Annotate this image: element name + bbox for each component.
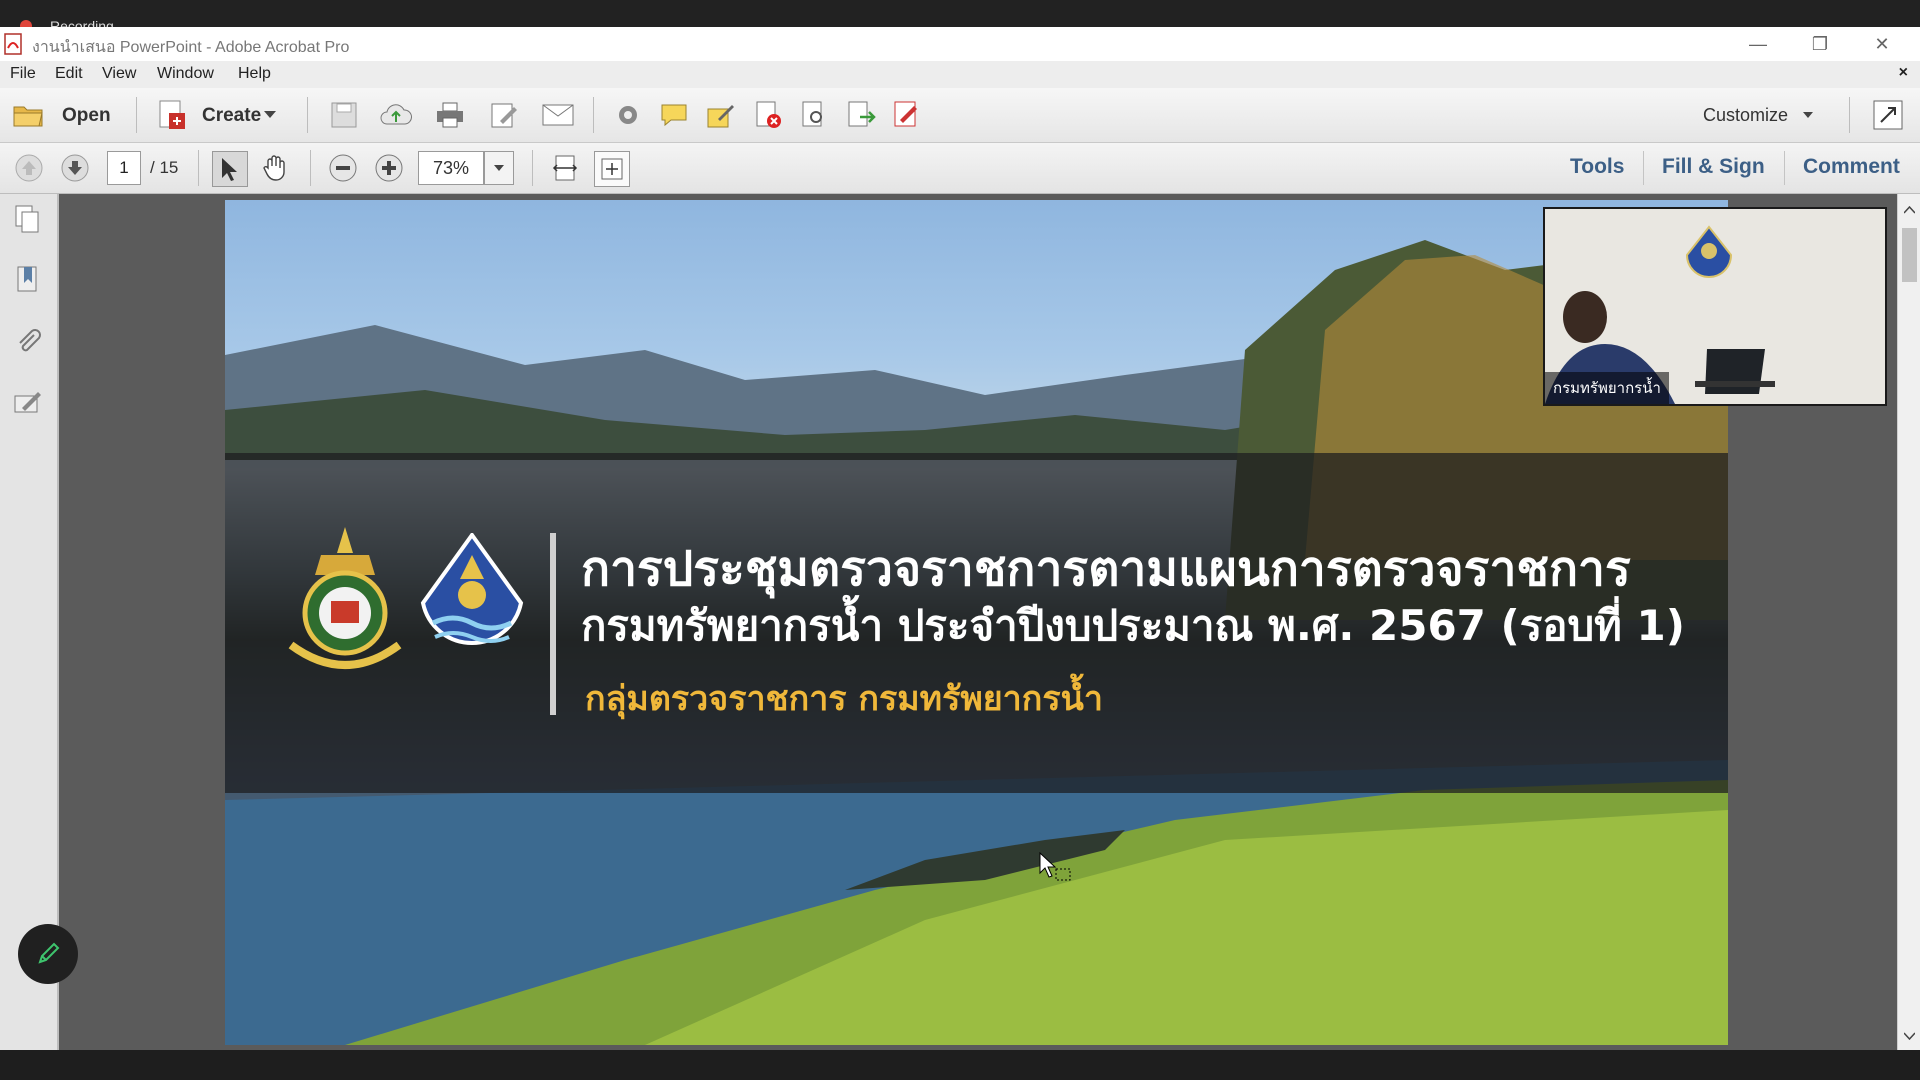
upload-cloud-icon[interactable] <box>380 99 412 131</box>
select-tool-icon[interactable] <box>212 151 248 187</box>
zoom-out-icon[interactable] <box>326 151 360 185</box>
recording-label: Recording <box>50 18 114 27</box>
restore-button[interactable]: ❐ <box>1789 27 1851 61</box>
window-title: งานนำเสนอ PowerPoint - Adobe Acrobat Pro <box>32 39 350 56</box>
save-icon[interactable] <box>328 99 360 131</box>
navigation-toolbar: 1 / 15 73% Tools Fill & Sign Comment <box>0 143 1920 194</box>
zoom-dropdown-icon[interactable] <box>484 151 514 185</box>
slide-title-line2: กรมทรัพยากรน้ำ ประจำปีงบประมาณ พ.ศ. 2567… <box>581 601 1685 650</box>
create-dropdown-icon[interactable] <box>262 99 278 131</box>
participant-name-label: กรมทรัพยากรน้ำ <box>1545 372 1669 404</box>
signatures-icon[interactable] <box>12 386 44 418</box>
bottom-bar <box>0 1050 1920 1080</box>
menu-edit[interactable]: Edit <box>55 65 83 83</box>
comment-panel-link[interactable]: Comment <box>1803 155 1900 179</box>
hand-tool-icon[interactable] <box>258 151 292 185</box>
menu-help[interactable]: Help <box>238 65 271 83</box>
pen-icon <box>38 942 60 964</box>
fit-page-icon[interactable] <box>594 151 630 187</box>
annotation-pen-button[interactable] <box>18 924 78 984</box>
customize-button[interactable]: Customize <box>1703 105 1788 126</box>
scroll-down-icon[interactable] <box>1904 1032 1915 1040</box>
slide-subtitle: กลุ่มตรวจราชการ กรมทรัพยากรน้ำ <box>585 679 1103 719</box>
recording-bar: Recording <box>0 0 1920 32</box>
create-button[interactable]: Create <box>202 105 261 127</box>
page-thumbnails-icon[interactable] <box>12 204 44 236</box>
export-page-icon[interactable] <box>845 99 877 131</box>
email-icon[interactable] <box>542 99 574 131</box>
print-icon[interactable] <box>434 99 466 131</box>
department-of-water-resources-logo <box>420 533 524 646</box>
page-total: / 15 <box>150 158 179 177</box>
previous-page-icon[interactable] <box>12 151 46 185</box>
tools-panel-link[interactable]: Tools <box>1570 155 1624 179</box>
acrobat-app-icon <box>4 33 22 55</box>
zoom-level-input[interactable]: 73% <box>418 151 484 185</box>
attachments-icon[interactable] <box>12 326 44 358</box>
close-document-button[interactable]: × <box>1899 64 1908 82</box>
scrollbar-thumb[interactable] <box>1902 228 1917 282</box>
open-button[interactable]: Open <box>62 105 111 127</box>
create-pdf-icon[interactable] <box>156 99 188 131</box>
bookmarks-icon[interactable] <box>12 264 44 296</box>
mouse-cursor-icon <box>1039 852 1071 881</box>
zoom-in-icon[interactable] <box>372 151 406 185</box>
menu-file[interactable]: File <box>10 65 36 83</box>
participant-video[interactable]: กรมทรัพยากรน้ำ <box>1543 207 1887 406</box>
close-window-button[interactable]: ✕ <box>1851 27 1913 61</box>
next-page-icon[interactable] <box>58 151 92 185</box>
title-bar: งานนำเสนอ PowerPoint - Adobe Acrobat Pro… <box>0 27 1920 61</box>
fit-width-icon[interactable] <box>548 151 582 185</box>
customize-dropdown-icon[interactable] <box>1800 99 1816 131</box>
title-banner: การประชุมตรวจราชการตามแผนการตรวจราชการ ก… <box>225 453 1728 793</box>
royal-thai-emblem-logo <box>288 527 402 669</box>
delete-page-icon[interactable] <box>752 99 784 131</box>
menu-view[interactable]: View <box>102 65 136 83</box>
edit-document-icon[interactable] <box>488 99 520 131</box>
scroll-up-icon[interactable] <box>1904 206 1915 214</box>
page-number-input[interactable]: 1 <box>107 151 141 185</box>
menu-bar: File Edit View Window Help × <box>0 61 1920 89</box>
minimize-button[interactable]: — <box>1727 27 1789 61</box>
fullscreen-icon[interactable] <box>1872 99 1904 131</box>
settings-gear-icon[interactable] <box>612 99 644 131</box>
banner-divider <box>550 533 556 715</box>
slide-page: การประชุมตรวจราชการตามแผนการตรวจราชการ ก… <box>225 200 1728 1045</box>
menu-window[interactable]: Window <box>157 65 214 83</box>
page-search-icon[interactable] <box>798 99 830 131</box>
vertical-scrollbar[interactable] <box>1897 194 1920 1050</box>
highlight-icon[interactable] <box>705 99 737 131</box>
comment-bubble-icon[interactable] <box>658 99 690 131</box>
open-folder-icon[interactable] <box>12 99 44 131</box>
left-navigation-pane <box>0 194 59 1050</box>
sign-document-icon[interactable] <box>891 99 923 131</box>
main-toolbar: Open Create Customize <box>0 88 1920 143</box>
fill-sign-panel-link[interactable]: Fill & Sign <box>1662 155 1765 179</box>
